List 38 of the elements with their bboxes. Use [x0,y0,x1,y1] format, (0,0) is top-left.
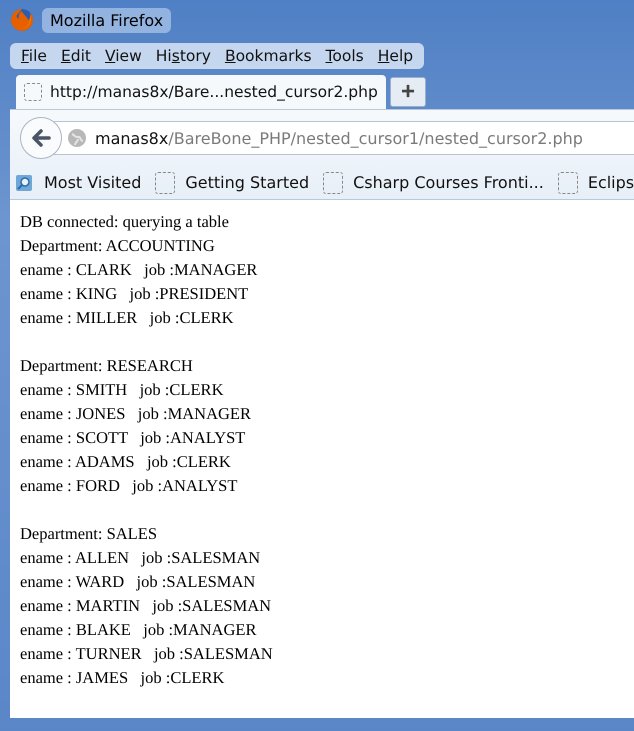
search-page-icon [14,172,34,192]
status-text: DB connected: querying a table [20,211,230,233]
back-arrow-icon [29,126,53,150]
employee-line: ename : KING job :PRESIDENT [20,283,250,305]
employee-line: ename : SMITH job :CLERK [20,379,224,401]
menu-item[interactable]: History [148,46,218,66]
department-heading: Department: ACCOUNTING [20,235,216,257]
menu-item[interactable]: File [14,46,54,66]
employee-line: ename : FORD job :ANALYST [20,475,238,497]
window-title: Mozilla Firefox [42,8,172,32]
new-tab-button[interactable]: + [390,77,426,107]
menu-item[interactable]: Tools [318,46,371,66]
employee-line: ename : BLAKE job :MANAGER [20,619,258,641]
employee-line: ename : JONES job :MANAGER [20,403,252,425]
bookmark-item[interactable]: Most Visited [14,172,142,192]
employee-line: ename : MILLER job :CLERK [20,307,235,329]
employee-line: ename : JAMES job :CLERK [20,667,226,689]
address-field[interactable]: manas8x/BareBone_PHP/nested_cursor1/nested_cursor2.php [54,121,634,155]
bookmark-item[interactable]: Eclips [558,172,634,194]
employee-line: ename : SCOTT job :ANALYST [20,427,246,449]
bookmark-item[interactable]: Getting Started [155,172,310,194]
menu-item[interactable]: Edit [54,46,98,66]
employee-line: ename : ALLEN job :SALESMAN [20,547,262,569]
employee-line: ename : WARD job :SALESMAN [20,571,256,593]
back-button[interactable] [20,117,62,159]
employee-line: ename : TURNER job :SALESMAN [20,643,274,665]
firefox-logo-icon [10,8,34,32]
bookmark-item[interactable]: Csharp Courses Fronti... [323,172,544,194]
menu-item[interactable]: Help [370,46,420,66]
department-heading: Department: RESEARCH [20,355,194,377]
browser-tab[interactable]: http://manas8x/Bare...nested_cursor2.php [16,75,386,109]
employee-line: ename : ADAMS job :CLERK [20,451,232,473]
department-heading: Department: SALES [20,523,158,545]
employee-line: ename : MARTIN job :SALESMAN [20,595,272,617]
globe-icon [67,128,87,148]
menu-item[interactable]: View [98,46,149,66]
menu-item[interactable]: Bookmarks [218,46,319,66]
employee-line: ename : CLARK job :MANAGER [20,259,258,281]
